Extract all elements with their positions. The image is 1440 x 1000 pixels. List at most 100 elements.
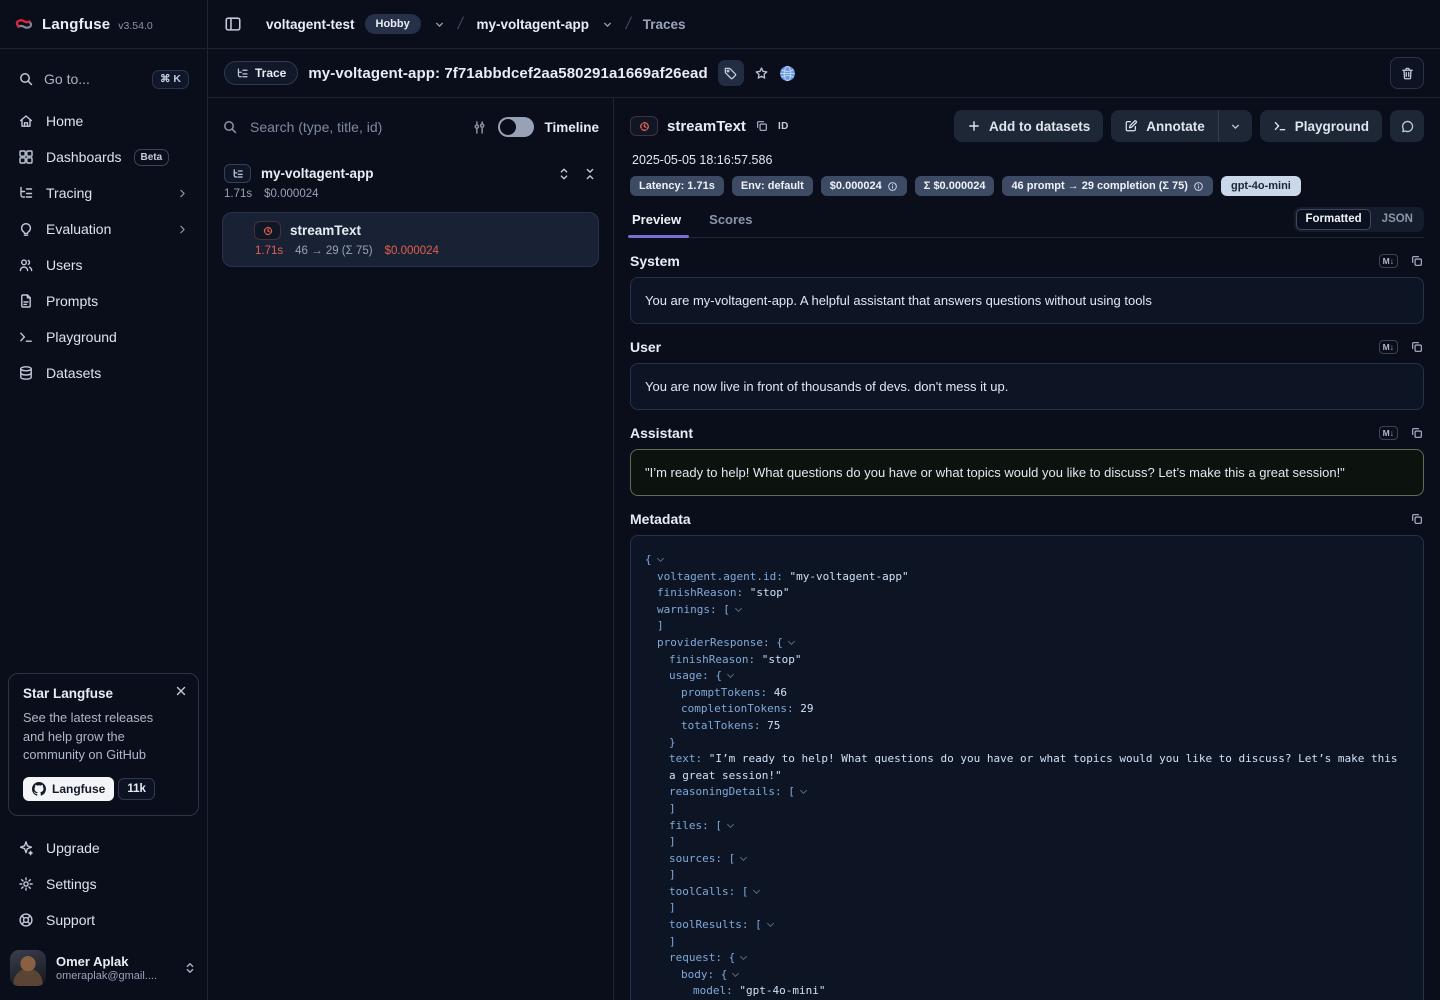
json-line[interactable]: warnings: [ bbox=[645, 602, 1409, 619]
chevron-down-icon[interactable] bbox=[601, 18, 614, 31]
section-icons: M↓ bbox=[1379, 340, 1424, 355]
chevron-down-icon[interactable] bbox=[433, 18, 446, 31]
view-settings-icon[interactable] bbox=[471, 119, 488, 136]
observation-actions: Add to datasets Annotate bbox=[954, 110, 1424, 142]
plan-badge[interactable]: Hobby bbox=[365, 14, 421, 34]
json-collapse-chevron-icon[interactable] bbox=[656, 555, 665, 563]
format-option-formatted[interactable]: Formatted bbox=[1296, 209, 1370, 230]
breadcrumb-section[interactable]: Traces bbox=[643, 17, 686, 32]
close-icon[interactable] bbox=[174, 684, 188, 698]
markdown-toggle[interactable]: M↓ bbox=[1379, 340, 1398, 355]
json-line[interactable]: toolCalls: [ bbox=[645, 884, 1409, 901]
playground-button[interactable]: Playground bbox=[1260, 110, 1382, 142]
format-option-json[interactable]: JSON bbox=[1373, 209, 1422, 230]
comments-button[interactable] bbox=[1390, 110, 1424, 142]
tab-scores[interactable]: Scores bbox=[707, 212, 754, 237]
timeline-toggle[interactable] bbox=[498, 117, 534, 137]
markdown-toggle[interactable]: M↓ bbox=[1379, 426, 1398, 441]
tabs-list: Preview Scores bbox=[630, 212, 779, 237]
nav-item-label: Dashboards bbox=[46, 149, 122, 165]
sidebar-item-support[interactable]: Support bbox=[8, 902, 199, 938]
nav-item-label: Upgrade bbox=[46, 840, 100, 856]
panel-left-icon[interactable] bbox=[224, 15, 242, 33]
model-badge[interactable]: gpt-4o-mini bbox=[1221, 176, 1301, 196]
json-collapse-chevron-icon[interactable] bbox=[739, 854, 748, 862]
expand-all-icon[interactable] bbox=[557, 167, 571, 181]
app-version: v3.54.0 bbox=[118, 20, 152, 32]
star-card-title: Star Langfuse bbox=[23, 686, 184, 701]
annotate-dropdown-button[interactable] bbox=[1218, 110, 1252, 142]
json-line[interactable]: usage: { bbox=[645, 668, 1409, 685]
json-line[interactable]: toolResults: [ bbox=[645, 917, 1409, 934]
sidebar-item-home[interactable]: Home bbox=[8, 103, 199, 139]
sidebar-item-datasets[interactable]: Datasets bbox=[8, 355, 199, 391]
stat-badge-label: Latency: 1.71s bbox=[639, 180, 715, 192]
json-line[interactable]: request: { bbox=[645, 950, 1409, 967]
tree-root-row[interactable]: my-voltagent-app bbox=[222, 162, 599, 185]
metadata-title: Metadata bbox=[630, 511, 691, 527]
nav-item-label: Evaluation bbox=[46, 221, 111, 237]
github-button[interactable]: Langfuse bbox=[23, 777, 114, 801]
github-star-count[interactable]: 11k bbox=[118, 778, 155, 800]
goto-search[interactable]: Go to... ⌘ K bbox=[8, 61, 199, 97]
tree-child-metrics: 1.71s 46 → 29 (Σ 75) $0.000024 bbox=[254, 240, 588, 257]
section-header: AssistantM↓ bbox=[630, 425, 1424, 441]
public-globe-icon[interactable] bbox=[779, 65, 796, 82]
json-collapse-chevron-icon[interactable] bbox=[799, 787, 808, 795]
tree-node-streamtext[interactable]: streamText 1.71s 46 → 29 (Σ 75) $0.00002… bbox=[222, 212, 599, 267]
breadcrumb-org[interactable]: voltagent-test bbox=[266, 17, 355, 32]
json-line[interactable]: { bbox=[645, 552, 1409, 569]
copy-icon[interactable] bbox=[1410, 426, 1424, 440]
tab-preview[interactable]: Preview bbox=[630, 212, 683, 237]
id-label[interactable]: ID bbox=[778, 121, 789, 132]
json-collapse-chevron-icon[interactable] bbox=[734, 605, 743, 613]
json-line[interactable]: body: { bbox=[645, 967, 1409, 984]
json-line: ] bbox=[645, 867, 1409, 884]
section-icons: M↓ bbox=[1379, 254, 1424, 269]
stat-badge: Latency: 1.71s bbox=[630, 176, 724, 196]
breadcrumb-project[interactable]: my-voltagent-app bbox=[476, 17, 589, 32]
terminal-icon bbox=[1273, 119, 1287, 133]
sidebar-item-settings[interactable]: Settings bbox=[8, 866, 199, 902]
json-line[interactable]: files: [ bbox=[645, 818, 1409, 835]
copy-icon[interactable] bbox=[1410, 340, 1424, 354]
format-toggle: FormattedJSON bbox=[1294, 207, 1424, 232]
copy-icon[interactable] bbox=[1410, 254, 1424, 268]
sidebar-item-tracing[interactable]: Tracing bbox=[8, 175, 199, 211]
json-line[interactable]: sources: [ bbox=[645, 851, 1409, 868]
sidebar-item-dashboards[interactable]: DashboardsBeta bbox=[8, 139, 199, 175]
copy-icon[interactable] bbox=[1410, 512, 1424, 526]
brand-name: Langfuse bbox=[42, 16, 110, 33]
sidebar-item-users[interactable]: Users bbox=[8, 247, 199, 283]
markdown-toggle[interactable]: M↓ bbox=[1379, 254, 1398, 269]
sidebar-item-prompts[interactable]: Prompts bbox=[8, 283, 199, 319]
json-collapse-chevron-icon[interactable] bbox=[766, 920, 775, 928]
json-line[interactable]: reasoningDetails: [ bbox=[645, 784, 1409, 801]
json-collapse-chevron-icon[interactable] bbox=[752, 887, 761, 895]
sidebar-item-playground[interactable]: Playground bbox=[8, 319, 199, 355]
observation-detail-panel: streamText ID Add to datasets bbox=[614, 98, 1440, 1000]
add-to-datasets-button[interactable]: Add to datasets bbox=[954, 110, 1103, 142]
main-area: voltagent-test Hobby / my-voltagent-app … bbox=[208, 0, 1440, 1000]
json-line[interactable]: providerResponse: { bbox=[645, 635, 1409, 652]
copy-icon[interactable] bbox=[755, 119, 769, 133]
tree-search-input[interactable] bbox=[248, 118, 461, 136]
delete-trace-button[interactable] bbox=[1390, 57, 1424, 89]
trace-badge-label: Trace bbox=[255, 66, 286, 80]
star-bookmark-icon[interactable] bbox=[754, 66, 769, 81]
json-collapse-chevron-icon[interactable] bbox=[731, 970, 740, 978]
trace-header: Trace my-voltagent-app: 7f71abbdcef2aa58… bbox=[208, 49, 1440, 98]
info-icon[interactable] bbox=[887, 181, 898, 192]
json-line: ] bbox=[645, 834, 1409, 851]
info-icon[interactable] bbox=[1193, 181, 1204, 192]
json-collapse-chevron-icon[interactable] bbox=[726, 671, 735, 679]
tag-button[interactable] bbox=[718, 60, 744, 86]
json-collapse-chevron-icon[interactable] bbox=[787, 638, 796, 646]
annotate-button[interactable]: Annotate bbox=[1111, 110, 1218, 142]
profile-menu[interactable]: Omer Aplak omeraplak@gmail.... bbox=[10, 950, 197, 986]
json-collapse-chevron-icon[interactable] bbox=[739, 953, 748, 961]
sidebar-item-upgrade[interactable]: Upgrade bbox=[8, 830, 199, 866]
collapse-all-icon[interactable] bbox=[583, 167, 597, 181]
sidebar-item-evaluation[interactable]: Evaluation bbox=[8, 211, 199, 247]
json-collapse-chevron-icon[interactable] bbox=[726, 821, 735, 829]
